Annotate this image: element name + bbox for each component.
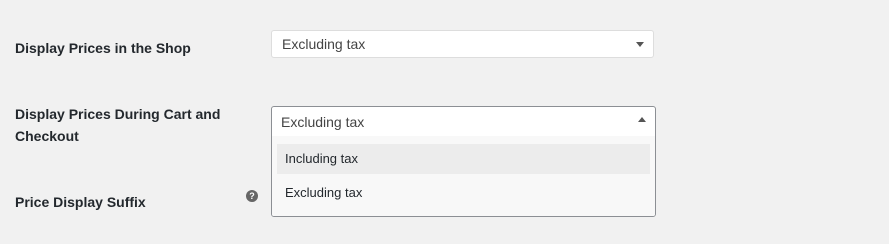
cart-prices-options-list: Including tax Excluding tax [272,136,655,216]
cart-prices-selected-value: Excluding tax [281,114,365,130]
cart-prices-label-line2: Checkout [15,128,79,144]
cart-prices-label-line1: Display Prices During Cart and [15,106,221,122]
cart-prices-label: Display Prices During Cart and Checkout [15,103,220,147]
question-circle-icon[interactable]: ? [246,190,258,202]
chevron-down-icon [636,42,644,47]
option-excluding-tax[interactable]: Excluding tax [277,178,650,208]
price-suffix-label: Price Display Suffix [15,194,146,210]
chevron-up-icon [638,117,646,122]
shop-prices-select[interactable]: Excluding tax [271,30,654,58]
shop-prices-selected-value: Excluding tax [282,36,366,52]
shop-prices-label: Display Prices in the Shop [15,40,191,56]
cart-prices-select[interactable]: Excluding tax Including tax Excluding ta… [271,106,656,217]
option-including-tax[interactable]: Including tax [277,144,650,174]
